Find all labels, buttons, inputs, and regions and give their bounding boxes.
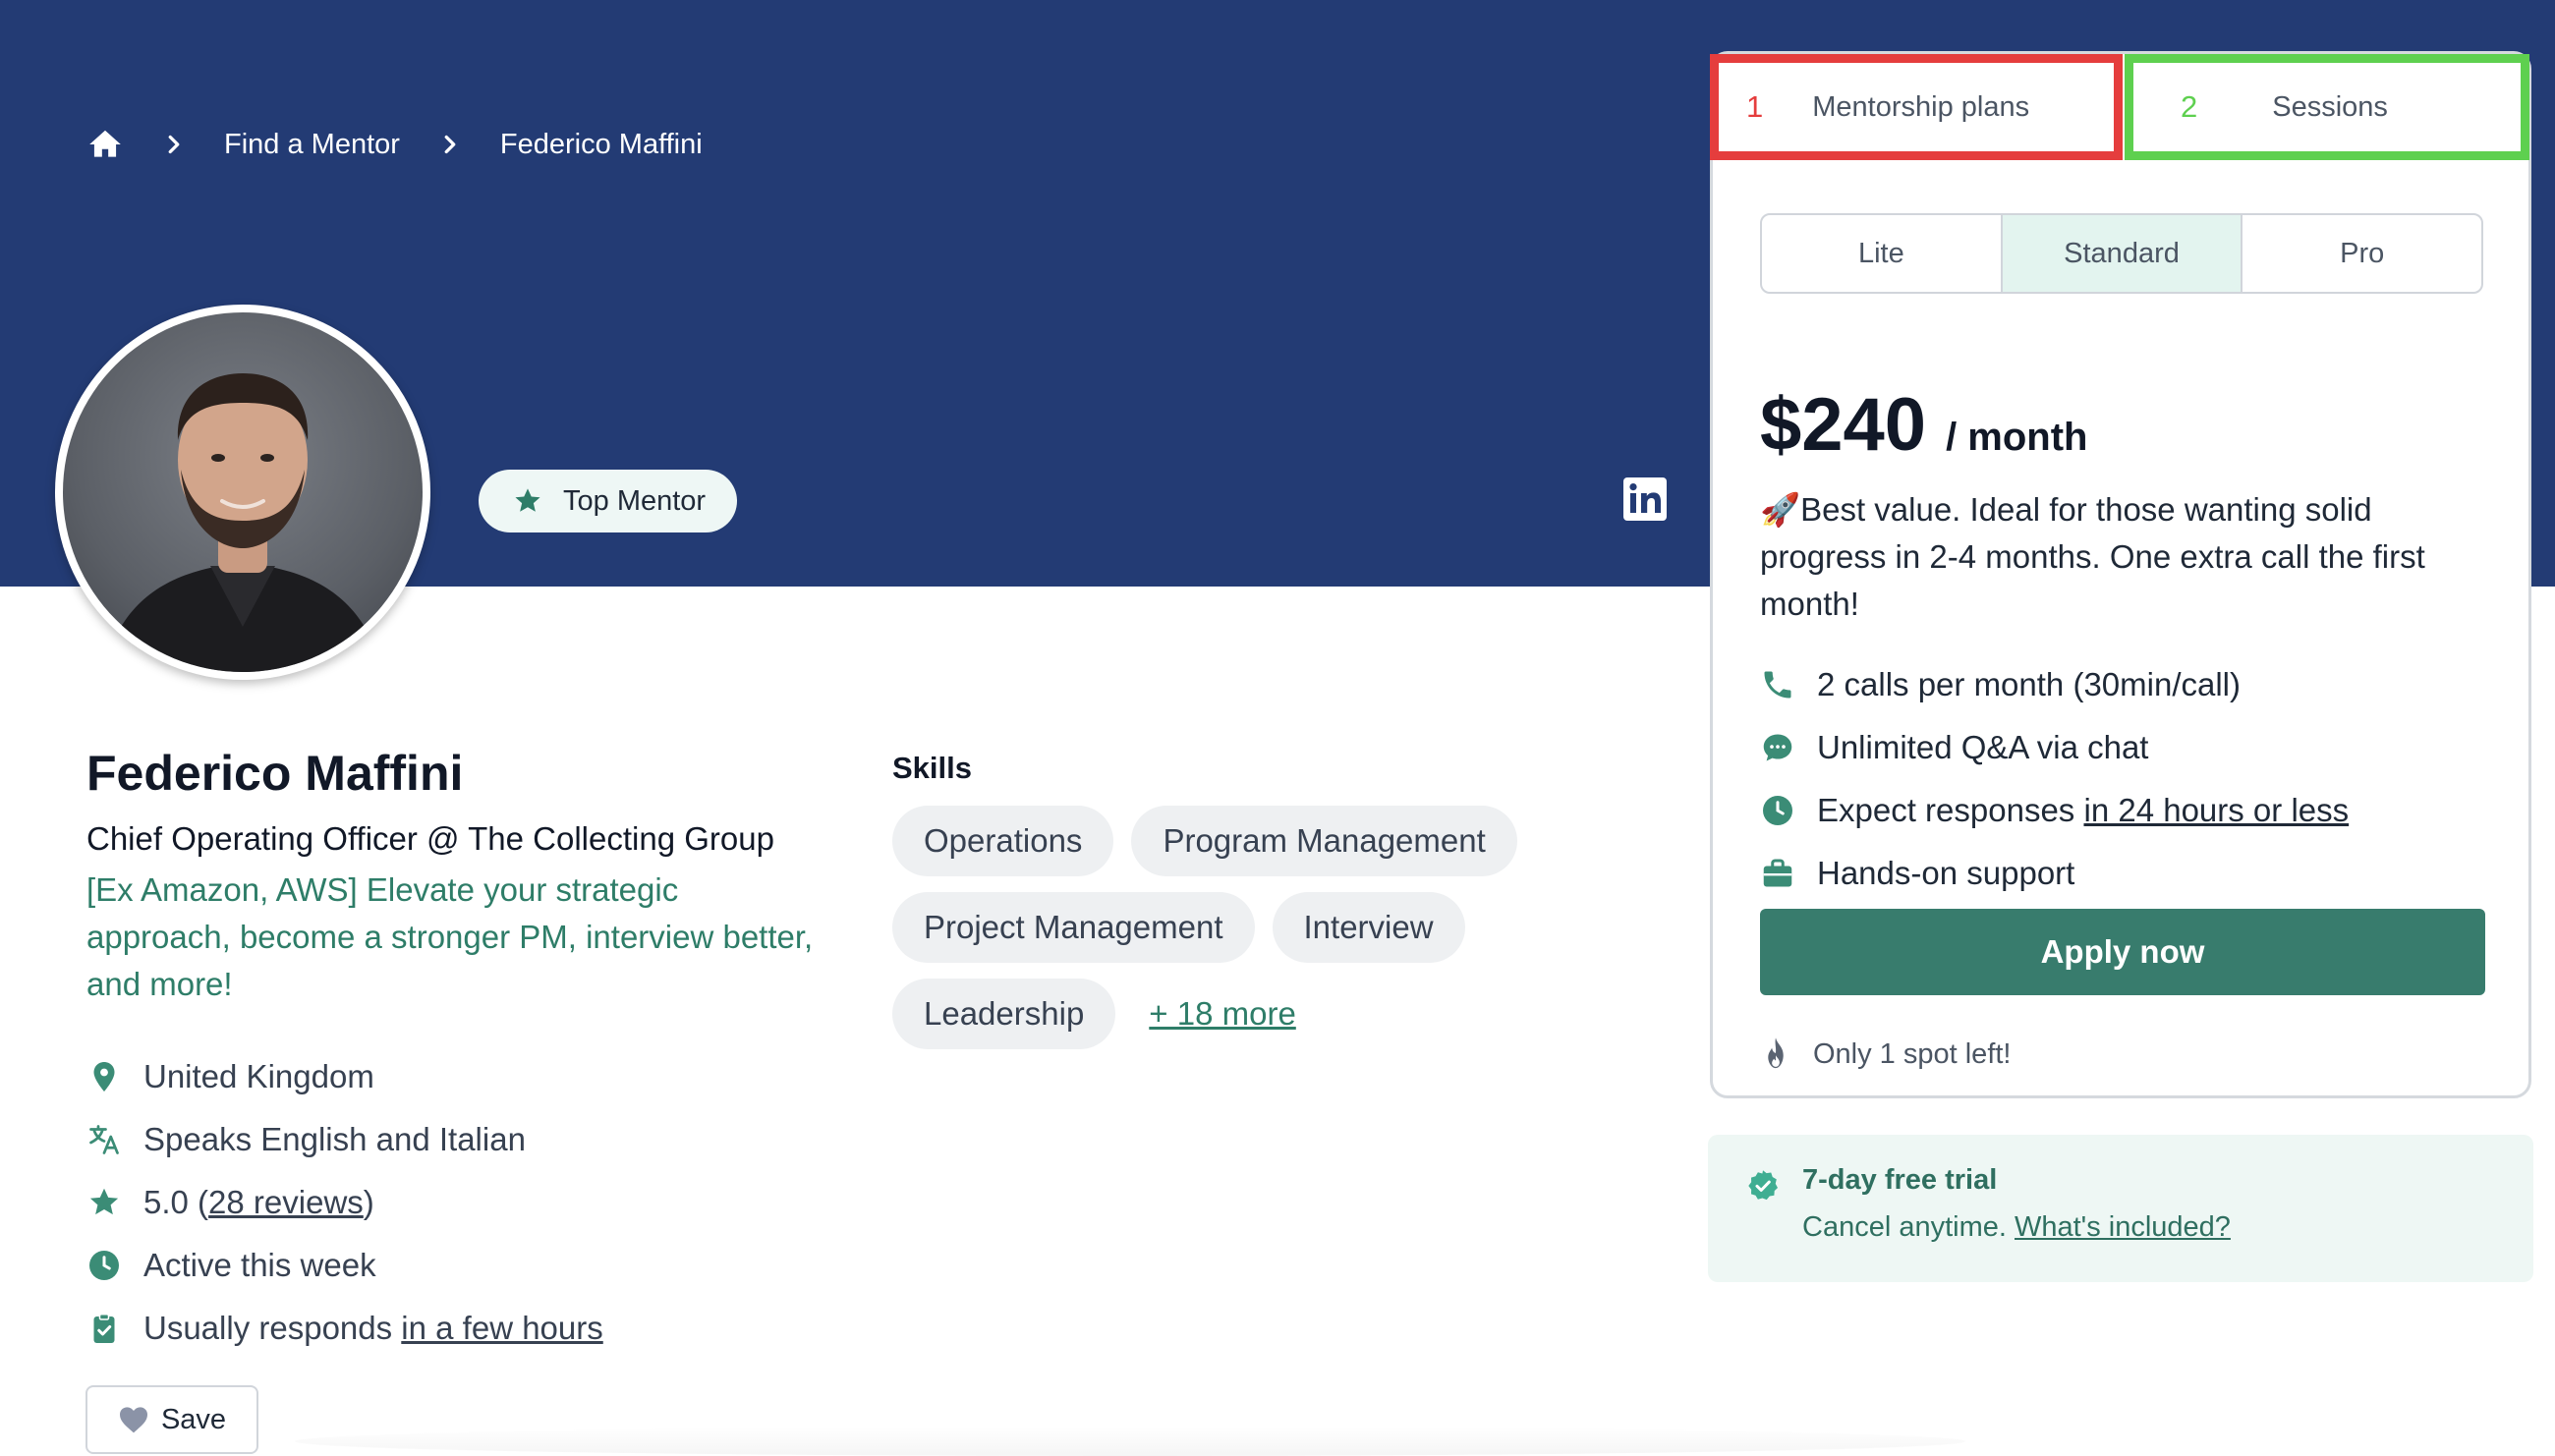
responds-text: Usually responds — [143, 1310, 393, 1346]
phone-icon — [1764, 671, 1791, 699]
mentor-headline: Chief Operating Officer @ The Collecting… — [86, 820, 774, 857]
mentor-photo — [102, 373, 383, 672]
breadcrumb: Find a Mentor Federico Maffini — [86, 126, 703, 163]
skill-chip-interview[interactable]: Interview — [1272, 892, 1465, 963]
apply-now-button[interactable]: Apply now — [1760, 909, 2485, 995]
responds-link[interactable]: in a few hours — [401, 1310, 602, 1347]
chevron-right-icon — [444, 135, 456, 154]
heart-icon — [119, 1407, 147, 1433]
clock-icon — [89, 1251, 119, 1280]
skill-chip-leadership[interactable]: Leadership — [892, 979, 1116, 1049]
plan-toggle: Lite Standard Pro — [1760, 213, 2483, 294]
tab-number: 2 — [2181, 89, 2198, 124]
feature-chat: Unlimited Q&A via chat — [1760, 716, 2349, 779]
skills-list: Operations Program Management Project Ma… — [892, 806, 1619, 1065]
price-amount: $240 — [1760, 383, 1927, 467]
location-text: United Kingdom — [143, 1058, 374, 1094]
location-pin-icon — [93, 1062, 115, 1092]
reviews-link[interactable]: 28 reviews — [208, 1184, 364, 1221]
responds-item: Usually responds in a few hours — [86, 1297, 603, 1360]
skills-title: Skills — [892, 751, 972, 785]
free-trial-title: 7-day free trial — [1802, 1164, 1998, 1196]
skill-chip-operations[interactable]: Operations — [892, 806, 1114, 876]
clock-icon — [1763, 796, 1792, 825]
plan-features: 2 calls per month (30min/call) Unlimited… — [1760, 653, 2349, 905]
chat-bubble-icon — [1763, 734, 1792, 761]
translate-icon — [89, 1125, 119, 1154]
responses-time-link[interactable]: in 24 hours or less — [2083, 792, 2349, 829]
clipboard-check-icon — [93, 1314, 115, 1343]
skill-chip-project-management[interactable]: Project Management — [892, 892, 1255, 963]
mentor-name: Federico Maffini — [86, 746, 464, 801]
save-button[interactable]: Save — [85, 1385, 258, 1454]
languages-text: Speaks English and Italian — [143, 1121, 526, 1157]
plan-option-lite[interactable]: Lite — [1762, 215, 2003, 292]
plan-option-standard[interactable]: Standard — [2002, 215, 2243, 292]
tab-number: 1 — [1746, 89, 1764, 124]
mentor-tagline: [Ex Amazon, AWS] Elevate your strategic … — [86, 871, 814, 1002]
breadcrumb-current: Federico Maffini — [499, 128, 703, 160]
whats-included-link[interactable]: What's included? — [2015, 1211, 2231, 1243]
more-skills-link[interactable]: + 18 more — [1149, 979, 1296, 1049]
tab-label: Sessions — [2272, 90, 2388, 123]
feature-responses: Expect responses in 24 hours or less — [1760, 779, 2349, 842]
breadcrumb-find-a-mentor[interactable]: Find a Mentor — [224, 129, 400, 161]
activity-item: Active this week — [86, 1234, 603, 1297]
price-period: / month — [1946, 416, 2088, 459]
plan-description: 🚀Best value. Ideal for those wanting sol… — [1760, 491, 2425, 622]
languages-item: Speaks English and Italian — [86, 1108, 603, 1171]
check-circle-icon — [1748, 1170, 1778, 1201]
rating-item: 5.0 (28 reviews) — [86, 1171, 603, 1234]
plan-price: $240 / month — [1760, 382, 2088, 468]
location-item: United Kingdom — [86, 1045, 603, 1108]
free-trial-subtitle: Cancel anytime. What's included? — [1802, 1211, 2231, 1244]
linkedin-icon[interactable] — [1621, 476, 1669, 523]
tab-label: Mentorship plans — [1812, 90, 2030, 123]
feature-chat-text: Unlimited Q&A via chat — [1817, 729, 2149, 765]
spots-left-text: Only 1 spot left! — [1813, 1037, 2012, 1070]
mentorship-plan-card: 1 Mentorship plans 2 Sessions Lite Stand… — [1710, 51, 2531, 1098]
plan-option-pro[interactable]: Pro — [2243, 215, 2481, 292]
feature-responses-text: Expect responses — [1817, 792, 2075, 828]
chevron-right-icon — [168, 135, 180, 154]
free-trial-cancel-text: Cancel anytime. — [1802, 1211, 2007, 1243]
mentor-facts: United Kingdom Speaks English and Italia… — [86, 1045, 603, 1360]
briefcase-icon — [1763, 859, 1792, 887]
activity-text: Active this week — [143, 1247, 376, 1283]
feature-support: Hands-on support — [1760, 842, 2349, 905]
star-icon — [515, 488, 540, 512]
home-icon[interactable] — [86, 126, 124, 163]
feature-calls: 2 calls per month (30min/call) — [1760, 653, 2349, 716]
tab-mentorship-plans[interactable]: 1 Mentorship plans — [1710, 54, 2123, 160]
spots-left: Only 1 spot left! — [1760, 1036, 2012, 1072]
top-mentor-label: Top Mentor — [563, 484, 707, 517]
bottom-shadow — [295, 1427, 1965, 1456]
fire-icon — [1768, 1037, 1784, 1069]
free-trial-banner: 7-day free trial Cancel anytime. What's … — [1708, 1135, 2533, 1282]
save-label: Save — [160, 1403, 227, 1435]
star-icon — [89, 1188, 119, 1215]
feature-support-text: Hands-on support — [1817, 855, 2075, 891]
skill-chip-program-management[interactable]: Program Management — [1131, 806, 1517, 876]
top-mentor-badge: Top Mentor — [479, 470, 738, 532]
avatar — [55, 305, 430, 680]
rating-value: 5.0 — [143, 1184, 189, 1220]
tab-sessions[interactable]: 2 Sessions — [2125, 54, 2529, 160]
feature-calls-text: 2 calls per month (30min/call) — [1817, 666, 2241, 702]
